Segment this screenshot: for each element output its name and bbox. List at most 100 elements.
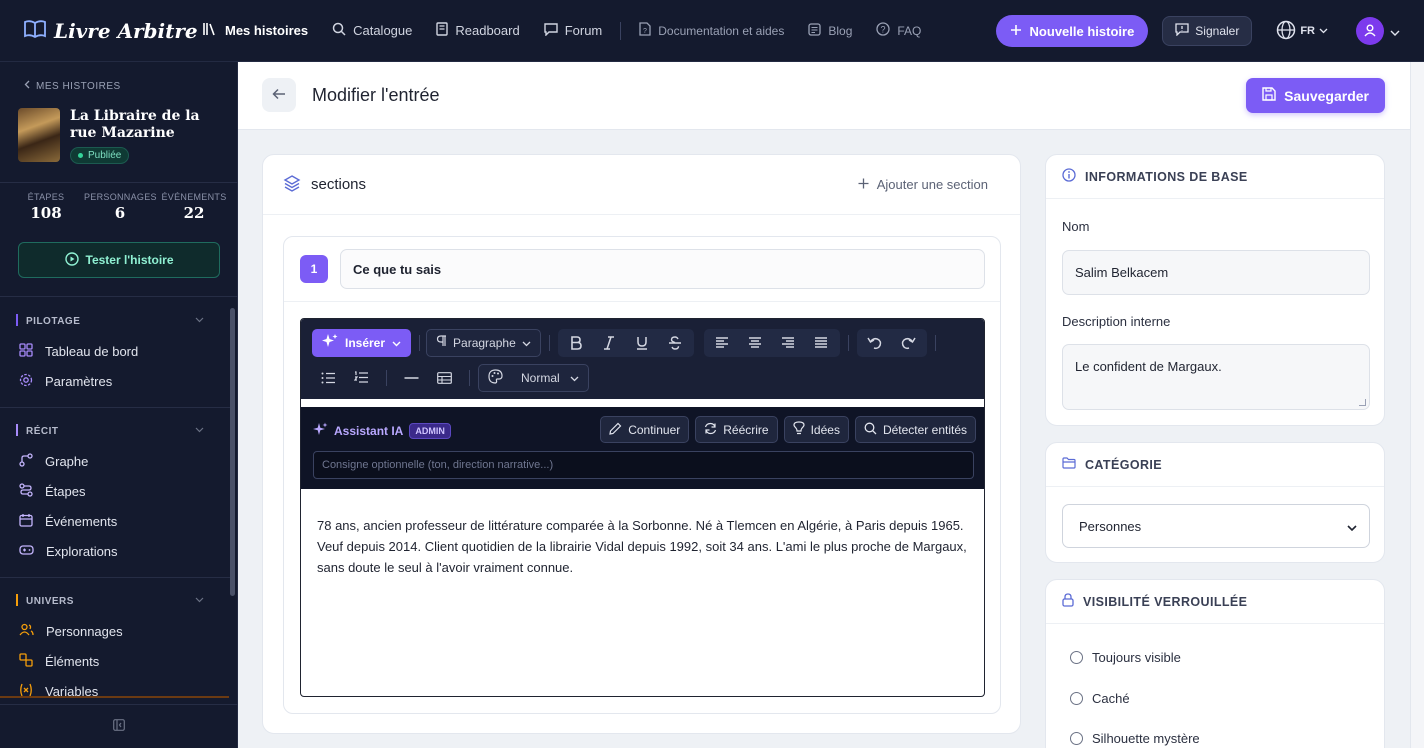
bullet-list-icon[interactable] xyxy=(312,364,345,392)
lock-icon xyxy=(1062,593,1074,610)
radio-button[interactable] xyxy=(1070,732,1083,745)
stat-etapes: ÉTAPES 108 xyxy=(10,192,82,222)
book-logo-icon xyxy=(24,19,46,42)
sidebar-item-parametres[interactable]: Paramètres xyxy=(0,366,230,396)
divider xyxy=(0,182,238,183)
sidebar-item-tableau-de-bord[interactable]: Tableau de bord xyxy=(0,336,230,366)
collapse-sidebar-icon[interactable] xyxy=(113,719,125,734)
radio-button[interactable] xyxy=(1070,692,1083,705)
align-right-icon[interactable] xyxy=(772,329,805,357)
align-center-icon[interactable] xyxy=(739,329,772,357)
new-story-button[interactable]: Nouvelle histoire xyxy=(995,15,1149,47)
user-menu[interactable] xyxy=(1342,17,1400,45)
nav-mes-histoires[interactable]: Mes histoires xyxy=(190,0,320,62)
nav-documentation[interactable]: ? Documentation et aides xyxy=(627,0,796,62)
rewrite-button[interactable]: Réécrire xyxy=(695,416,778,443)
sidebar-item-variables[interactable]: Variables xyxy=(0,676,230,698)
test-story-button[interactable]: Tester l'histoire xyxy=(18,242,220,278)
visibility-option-silhouette[interactable]: Silhouette mystère xyxy=(1070,731,1200,746)
section-divider xyxy=(0,396,230,408)
graph-icon xyxy=(19,452,33,470)
avatar xyxy=(1356,17,1384,45)
nav-blog[interactable]: Blog xyxy=(796,0,864,62)
section-name-input[interactable]: Ce que tu sais xyxy=(340,249,985,289)
continue-button[interactable]: Continuer xyxy=(600,416,690,443)
description-textarea[interactable]: Le confident de Margaux. xyxy=(1062,344,1370,410)
ai-instruction-input[interactable]: Consigne optionnelle (ton, direction nar… xyxy=(313,451,974,479)
nav-catalogue[interactable]: Catalogue xyxy=(320,0,424,62)
page-scrollbar[interactable] xyxy=(1410,62,1424,748)
gamepad-icon xyxy=(19,544,34,559)
text-format-group xyxy=(557,328,694,357)
back-button[interactable] xyxy=(262,78,296,112)
palette-icon xyxy=(488,368,503,387)
paragraph-style-select[interactable]: Paragraphe xyxy=(426,328,541,357)
ai-assistant-title: Assistant IA ADMIN xyxy=(313,422,451,440)
align-justify-icon[interactable] xyxy=(805,329,838,357)
nav-forum[interactable]: Forum xyxy=(532,0,615,62)
info-icon xyxy=(1062,168,1076,185)
toolbar-separator xyxy=(934,334,936,351)
stat-label: PERSONNAGES xyxy=(84,192,157,202)
brand[interactable]: Livre Arbitre xyxy=(0,19,198,43)
language-selector[interactable]: FR xyxy=(1276,20,1328,43)
editor-content[interactable]: 78 ans, ancien professeur de littérature… xyxy=(317,515,972,578)
blog-icon xyxy=(808,22,821,39)
sidebar-item-label: Graphe xyxy=(45,453,89,469)
lightbulb-icon xyxy=(792,421,805,438)
page-title: Modifier l'entrée xyxy=(312,85,440,105)
redo-icon[interactable] xyxy=(892,329,925,357)
nav-divider xyxy=(620,21,622,40)
scrollbar-thumb[interactable] xyxy=(230,308,235,596)
underline-icon[interactable] xyxy=(626,329,659,357)
sidebar-section-recit[interactable]: RÉCIT xyxy=(0,414,230,446)
report-button[interactable]: Signaler xyxy=(1162,16,1253,46)
visibility-option-always[interactable]: Toujours visible xyxy=(1070,650,1181,665)
resize-handle-icon[interactable] xyxy=(1359,399,1366,406)
detect-entities-button[interactable]: Détecter entités xyxy=(854,416,976,443)
continue-label: Continuer xyxy=(628,422,681,437)
basic-info-title: INFORMATIONS DE BASE xyxy=(1085,169,1248,184)
table-icon[interactable] xyxy=(428,364,461,392)
numbered-list-icon[interactable] xyxy=(345,364,378,392)
visibility-option-hidden[interactable]: Caché xyxy=(1070,691,1130,706)
sidebar-item-personnages[interactable]: Personnages xyxy=(0,616,230,646)
nav-readboard[interactable]: Readboard xyxy=(424,0,531,62)
back-to-stories-link[interactable]: MES HISTOIRES xyxy=(24,80,121,92)
section-number: 1 xyxy=(300,255,328,283)
category-selected-value: Personnes xyxy=(1079,518,1142,534)
sidebar-item-explorations[interactable]: Explorations xyxy=(0,536,230,566)
sidebar-scrollbar[interactable] xyxy=(229,298,237,704)
align-left-icon[interactable] xyxy=(706,329,739,357)
divider xyxy=(284,301,1000,302)
steps-icon xyxy=(19,482,33,500)
book-icon xyxy=(436,22,449,39)
chevron-down-icon xyxy=(522,336,531,350)
sidebar-item-evenements[interactable]: Événements xyxy=(0,506,230,536)
report-label: Signaler xyxy=(1195,24,1240,38)
sidebar-item-etapes[interactable]: Étapes xyxy=(0,476,230,506)
nav-label: Mes histoires xyxy=(225,23,309,38)
text-style-select[interactable]: Normal xyxy=(478,363,589,392)
save-icon xyxy=(1262,87,1276,104)
sidebar-section-pilotage[interactable]: PILOTAGE xyxy=(0,304,230,336)
sidebar-item-elements[interactable]: Éléments xyxy=(0,646,230,676)
sidebar-item-graphe[interactable]: Graphe xyxy=(0,446,230,476)
name-input[interactable]: Salim Belkacem xyxy=(1062,250,1370,295)
sidebar-section-univers[interactable]: UNIVERS xyxy=(0,584,230,616)
save-button[interactable]: Sauvegarder xyxy=(1246,78,1385,113)
nav-faq[interactable]: ? FAQ xyxy=(864,0,933,62)
undo-icon[interactable] xyxy=(859,329,892,357)
italic-icon[interactable] xyxy=(593,329,626,357)
bold-icon[interactable] xyxy=(560,329,593,357)
description-label: Description interne xyxy=(1062,314,1171,329)
strikethrough-icon[interactable] xyxy=(659,329,692,357)
sparkles-icon xyxy=(322,333,338,352)
add-section-button[interactable]: Ajouter une section xyxy=(858,177,1000,192)
category-select[interactable]: Personnes xyxy=(1062,504,1370,548)
horizontal-rule-icon[interactable] xyxy=(395,364,428,392)
radio-button[interactable] xyxy=(1070,651,1083,664)
insert-button[interactable]: Insérer xyxy=(312,328,412,357)
ideas-button[interactable]: Idées xyxy=(783,416,849,443)
sidebar-item-label: Tableau de bord xyxy=(45,343,139,359)
